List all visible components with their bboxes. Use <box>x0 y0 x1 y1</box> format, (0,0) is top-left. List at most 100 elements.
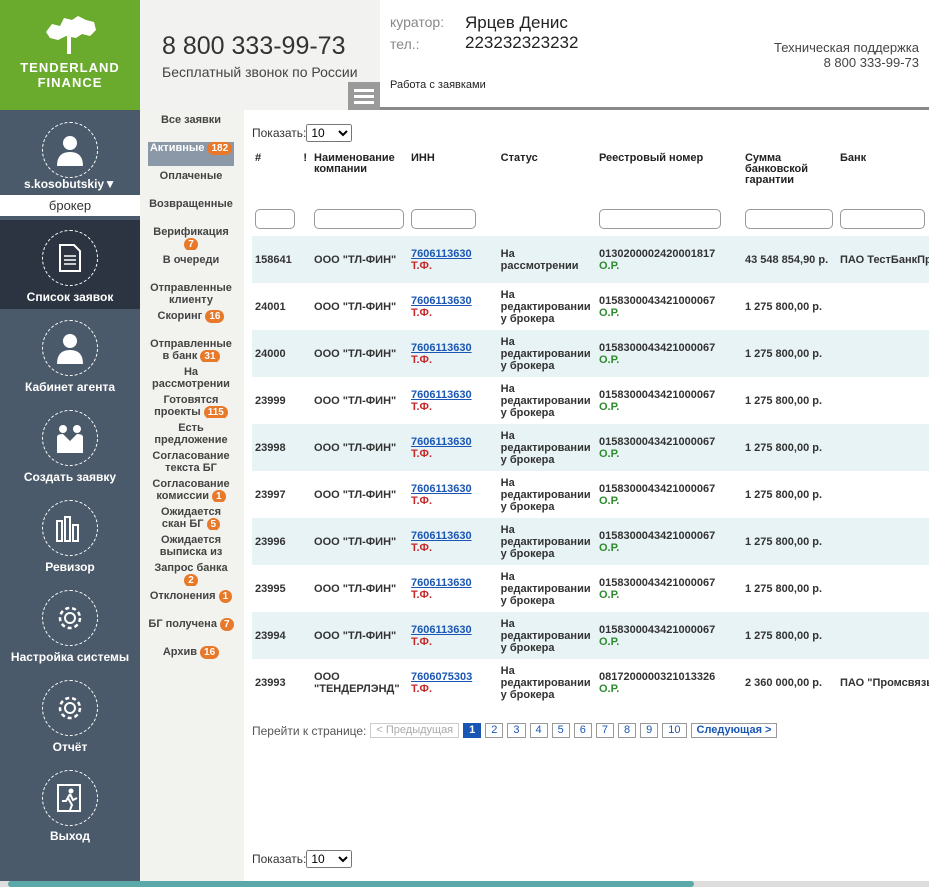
filter-bank-input[interactable] <box>839 208 925 229</box>
table-row[interactable]: 23995 ООО "ТЛ-ФИН" 7606113630 Т.Ф. На редак… <box>252 565 929 612</box>
page-button[interactable]: 10 <box>662 723 687 738</box>
row-tf-link[interactable]: Т.Ф. <box>411 260 432 272</box>
row-tf-link[interactable]: Т.Ф. <box>411 354 432 366</box>
row-or-link[interactable]: О.Р. <box>599 260 619 272</box>
row-or-link[interactable]: О.Р. <box>599 495 619 507</box>
row-or-link[interactable]: О.Р. <box>599 307 619 319</box>
row-id[interactable]: 24001 <box>252 283 300 330</box>
row-tf-link[interactable]: Т.Ф. <box>411 636 432 648</box>
table-row[interactable]: 23996 ООО "ТЛ-ФИН" 7606113630 Т.Ф. На редак… <box>252 518 929 565</box>
filter-item[interactable]: Ожидается выписка из <box>148 534 234 558</box>
row-tf-link[interactable]: Т.Ф. <box>411 542 432 554</box>
page-button[interactable]: 3 <box>507 723 526 738</box>
row-inn-link[interactable]: 7606075303 <box>411 671 472 683</box>
sidebar-item-settings[interactable] <box>42 590 98 646</box>
col-status[interactable]: Статус <box>498 151 596 201</box>
page-button[interactable]: 5 <box>551 723 570 738</box>
sidebar-label-requests[interactable]: Список заявок <box>0 290 140 304</box>
filter-sum-input[interactable] <box>744 208 833 229</box>
sidebar-item-auditor[interactable] <box>42 500 98 556</box>
filter-item[interactable]: БГ получена 7 <box>148 618 234 642</box>
filter-item[interactable]: Скоринг 16 <box>148 310 234 334</box>
table-row[interactable]: 23994 ООО "ТЛ-ФИН" 7606113630 Т.Ф. На редак… <box>252 612 929 659</box>
page-size-select[interactable]: 102550 <box>306 124 353 142</box>
page-button[interactable]: 1 <box>463 723 482 738</box>
row-tf-link[interactable]: Т.Ф. <box>411 448 432 460</box>
row-or-link[interactable]: О.Р. <box>599 636 619 648</box>
page-button[interactable]: 8 <box>618 723 637 738</box>
sidebar-label-exit[interactable]: Выход <box>0 829 140 843</box>
col-company[interactable]: Наименование компании <box>311 151 408 201</box>
row-inn-link[interactable]: 7606113630 <box>411 577 472 589</box>
sidebar-label-settings[interactable]: Настройка системы <box>0 650 140 664</box>
table-row[interactable]: 23998 ООО "ТЛ-ФИН" 7606113630 Т.Ф. На редак… <box>252 424 929 471</box>
sidebar-label-create[interactable]: Создать заявку <box>0 470 140 484</box>
table-row[interactable]: 158641 ООО "ТЛ-ФИН" 7606113630 Т.Ф. На расс… <box>252 236 929 283</box>
row-or-link[interactable]: О.Р. <box>599 401 619 413</box>
row-inn-link[interactable]: 7606113630 <box>411 342 472 354</box>
col-number[interactable]: # <box>252 151 300 201</box>
page-button[interactable]: 4 <box>529 723 548 738</box>
prev-page-button[interactable]: < Предыдущая <box>370 723 460 738</box>
row-id[interactable]: 23994 <box>252 612 300 659</box>
sidebar-label-report[interactable]: Отчёт <box>0 740 140 754</box>
sidebar-label-auditor[interactable]: Ревизор <box>0 560 140 574</box>
filter-item[interactable]: Архив 16 <box>148 646 234 670</box>
row-or-link[interactable]: О.Р. <box>599 354 619 366</box>
row-tf-link[interactable]: Т.Ф. <box>411 683 432 695</box>
filter-reg-input[interactable] <box>598 208 721 229</box>
avatar[interactable] <box>42 122 98 178</box>
col-flag[interactable]: ! <box>300 151 311 201</box>
row-inn-link[interactable]: 7606113630 <box>411 248 472 260</box>
page-button[interactable]: 6 <box>573 723 592 738</box>
filter-item[interactable]: Возвращенные <box>148 198 234 222</box>
row-inn-link[interactable]: 7606113630 <box>411 483 472 495</box>
sidebar-item-report[interactable] <box>42 680 98 736</box>
brand-logo[interactable]: TENDERLAND FINANCE <box>0 0 140 110</box>
sidebar-item-exit[interactable] <box>42 770 98 826</box>
table-row[interactable]: 24000 ООО "ТЛ-ФИН" 7606113630 Т.Ф. На редак… <box>252 330 929 377</box>
row-inn-link[interactable]: 7606113630 <box>411 436 472 448</box>
filter-item[interactable]: Запрос банка 2 <box>148 562 234 586</box>
table-row[interactable]: 24001 ООО "ТЛ-ФИН" 7606113630 Т.Ф. На редак… <box>252 283 929 330</box>
page-size-select-bottom[interactable]: 102550 <box>306 850 353 868</box>
horizontal-scrollbar[interactable] <box>0 881 929 887</box>
filter-item[interactable]: В очереди <box>148 254 234 278</box>
col-inn[interactable]: ИНН <box>408 151 498 201</box>
sidebar-label-agent[interactable]: Кабинет агента <box>0 380 140 394</box>
row-inn-link[interactable]: 7606113630 <box>411 389 472 401</box>
row-tf-link[interactable]: Т.Ф. <box>411 589 432 601</box>
table-row[interactable]: 23997 ООО "ТЛ-ФИН" 7606113630 Т.Ф. На редак… <box>252 471 929 518</box>
row-tf-link[interactable]: Т.Ф. <box>411 495 432 507</box>
row-id[interactable]: 23998 <box>252 424 300 471</box>
row-tf-link[interactable]: Т.Ф. <box>411 401 432 413</box>
row-or-link[interactable]: О.Р. <box>599 542 619 554</box>
col-bank[interactable]: Банк <box>837 151 929 201</box>
filter-item[interactable]: Активные 182 <box>148 142 234 166</box>
row-or-link[interactable]: О.Р. <box>599 448 619 460</box>
scrollbar-thumb[interactable] <box>8 881 694 887</box>
filter-item[interactable]: На рассмотрении <box>148 366 234 390</box>
row-inn-link[interactable]: 7606113630 <box>411 295 472 307</box>
hamburger-menu-icon[interactable] <box>348 82 380 110</box>
page-button[interactable]: 7 <box>595 723 615 738</box>
filter-item[interactable]: Есть предложение <box>148 422 234 446</box>
row-id[interactable]: 24000 <box>252 330 300 377</box>
filter-item[interactable]: Отклонения 1 <box>148 590 234 614</box>
filter-item[interactable]: Отправленные клиенту <box>148 282 234 306</box>
filter-number-input[interactable] <box>255 208 295 229</box>
user-menu[interactable]: s.kosobutskiy▼ <box>0 177 140 191</box>
row-inn-link[interactable]: 7606113630 <box>411 624 472 636</box>
filter-item[interactable]: Готовятся проекты 115 <box>148 394 234 418</box>
row-or-link[interactable]: О.Р. <box>599 589 619 601</box>
row-id[interactable]: 23997 <box>252 471 300 518</box>
filter-item[interactable]: Верификация 7 <box>148 226 234 250</box>
col-reg-number[interactable]: Реестровый номер <box>596 151 742 201</box>
table-row[interactable]: 23993 ООО "ТЕНДЕРЛЭНД" 7606075303 Т.Ф. На р… <box>252 659 929 706</box>
filter-item[interactable]: Согласование комиссии 1 <box>148 478 234 502</box>
filter-inn-input[interactable] <box>411 208 477 229</box>
row-or-link[interactable]: О.Р. <box>599 683 619 695</box>
filter-item[interactable]: Ожидается скан БГ 5 <box>148 506 234 530</box>
row-id[interactable]: 23996 <box>252 518 300 565</box>
filter-company-input[interactable] <box>314 208 405 229</box>
